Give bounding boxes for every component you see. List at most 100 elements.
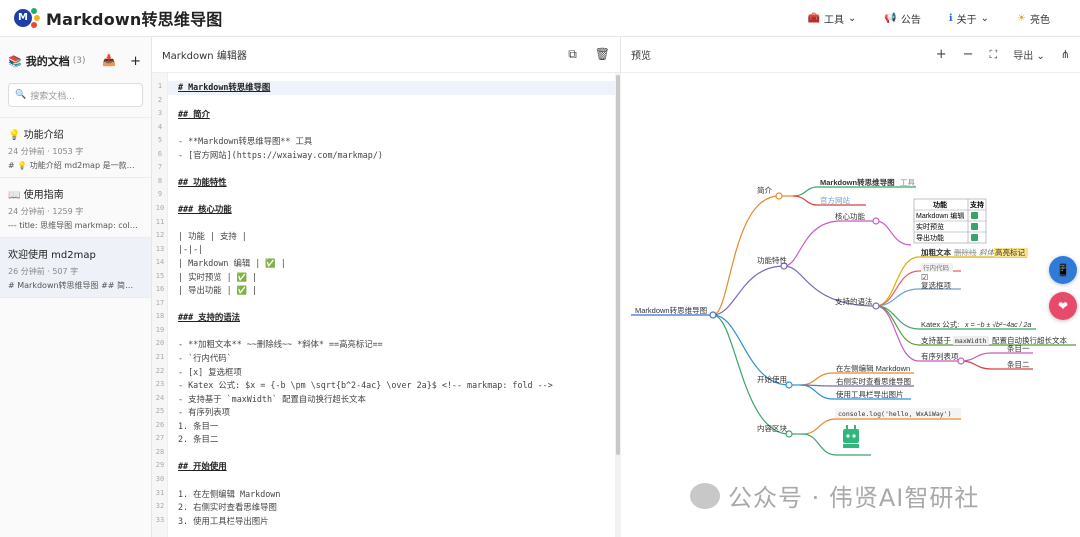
svg-text:实时预览: 实时预览 bbox=[916, 222, 944, 231]
mm-branch-start: 开始使用 bbox=[757, 374, 787, 384]
copy-icon[interactable]: ⧉ bbox=[568, 47, 577, 62]
mm-intro-title: Markdown转思维导图 bbox=[820, 177, 895, 187]
fit-screen-icon[interactable]: ⛶ bbox=[990, 48, 998, 62]
mm-item1: 条目一 bbox=[1007, 343, 1030, 353]
line-number: 6 bbox=[157, 149, 163, 158]
mm-code: 行内代码 bbox=[923, 263, 950, 272]
mm-core: 核心功能 bbox=[835, 211, 865, 221]
mm-maxwidth-a: 支持基于 bbox=[921, 335, 951, 345]
line-number: 2 bbox=[157, 95, 163, 104]
search-box[interactable]: 🔍 搜索文档... bbox=[8, 83, 143, 107]
mm-start-2: 右侧实时查看思维导图 bbox=[836, 376, 911, 386]
code-line[interactable]: - Katex 公式: $x = {-b \pm \sqrt{b^2-4ac} … bbox=[178, 379, 553, 393]
line-number: 16 bbox=[155, 285, 165, 294]
mobile-view-button[interactable]: 📱 bbox=[1049, 256, 1077, 284]
line-number: 5 bbox=[157, 136, 163, 145]
code-line[interactable]: 2. 条目二 bbox=[178, 433, 218, 447]
code-line[interactable]: ## 开始使用 bbox=[178, 460, 227, 474]
search-input[interactable]: 搜索文档... bbox=[30, 89, 75, 102]
svg-text:Markdown 编辑: Markdown 编辑 bbox=[916, 211, 964, 220]
mm-feature-table: 功能 支持 Markdown 编辑 实时预览 导出功能 bbox=[913, 198, 987, 244]
favorite-heart-button[interactable]: ❤ bbox=[1049, 292, 1077, 320]
theme-toggle-button[interactable]: ☀ 亮色 bbox=[1017, 11, 1050, 26]
line-number: 23 bbox=[155, 380, 165, 389]
code-line[interactable]: | 实时预览 | ✅ | bbox=[178, 271, 257, 285]
code-line[interactable]: 2. 右侧实时查看思维导图 bbox=[178, 501, 277, 515]
code-line[interactable]: ## 简介 bbox=[178, 108, 210, 122]
code-line[interactable]: 3. 使用工具栏导出图片 bbox=[178, 515, 269, 529]
mm-intro-link[interactable]: 官方网站 bbox=[820, 195, 850, 205]
line-number: 22 bbox=[155, 366, 165, 375]
mm-branch-intro: 简介 bbox=[757, 185, 772, 195]
mm-content-code: console.log('hello, WxAiWay') bbox=[838, 410, 952, 418]
document-item[interactable]: 📖 使用指南 24 分钟前 · 1259 字 --- title: 思维导图 m… bbox=[0, 178, 151, 238]
check-icon bbox=[971, 234, 978, 241]
mindmap-canvas[interactable]: Markdown转思维导图 简介 功能特性 开始使用 内容区块 Markdown… bbox=[621, 73, 1080, 537]
trash-icon[interactable]: 🗑 bbox=[595, 47, 610, 62]
add-document-button[interactable]: + bbox=[130, 54, 141, 69]
line-number: 12 bbox=[155, 231, 165, 240]
document-sidebar: 📚 我的文档 (3) 📥 + 🔍 搜索文档... 💡 功能介绍 24 分钟前 ·… bbox=[0, 37, 152, 537]
line-number: 14 bbox=[155, 258, 165, 267]
app-title: Markdown转思维导图 bbox=[46, 10, 223, 29]
export-menu-button[interactable]: 导出 ⌄ bbox=[1013, 47, 1045, 62]
document-item[interactable]: 💡 功能介绍 24 分钟前 · 1053 字 # 💡 功能介绍 md2map 是… bbox=[0, 117, 151, 178]
line-number: 31 bbox=[155, 488, 165, 497]
line-number: 25 bbox=[155, 407, 165, 416]
notice-button[interactable]: 📢 公告 bbox=[884, 11, 920, 26]
code-line[interactable]: ### 核心功能 bbox=[178, 203, 232, 217]
code-line[interactable]: - 支持基于 `maxWidth` 配置自动换行超长文本 bbox=[178, 393, 366, 407]
books-icon: 📚 bbox=[8, 54, 22, 68]
mm-root: Markdown转思维导图 bbox=[635, 305, 707, 315]
mm-katex-label: Katex 公式: bbox=[921, 319, 959, 329]
code-line[interactable]: 1. 在左侧编辑 Markdown bbox=[178, 488, 280, 502]
code-line[interactable]: 1. 条目一 bbox=[178, 420, 218, 434]
info-icon: ℹ bbox=[948, 12, 953, 24]
mm-bold: 加粗文本 bbox=[920, 247, 951, 257]
check-icon bbox=[971, 223, 978, 230]
mm-highlight: 高亮标记 bbox=[995, 247, 1025, 257]
sidebar-title: 我的文档 bbox=[25, 55, 70, 68]
document-item-active[interactable]: 欢迎使用 md2map 26 分钟前 · 507 字 # Markdown转思维… bbox=[0, 238, 151, 298]
line-number: 24 bbox=[155, 393, 165, 402]
line-number: 33 bbox=[155, 515, 165, 524]
app-logo-icon: M bbox=[14, 6, 40, 30]
robot-image-icon bbox=[843, 425, 859, 448]
code-line[interactable]: - 有序列表项 bbox=[178, 406, 230, 420]
wechat-icon bbox=[690, 482, 720, 509]
code-line[interactable]: | Markdown 编辑 | ✅ | bbox=[178, 257, 286, 271]
code-line[interactable]: # Markdown转思维导图 bbox=[168, 81, 615, 95]
code-line[interactable]: - `行内代码` bbox=[178, 352, 232, 366]
line-number: 7 bbox=[157, 163, 163, 172]
about-menu-button[interactable]: ℹ 关于 ⌄ bbox=[949, 11, 989, 26]
app-header: M Markdown转思维导图 🧰 工具 ⌄ 📢 公告 ℹ 关于 ⌄ ☀ 亮色 bbox=[0, 0, 1080, 37]
code-line[interactable]: | 导出功能 | ✅ | bbox=[178, 284, 257, 298]
code-line[interactable]: - **Markdown转思维导图** 工具 bbox=[178, 135, 312, 149]
code-line[interactable]: - **加粗文本** ~~删除线~~ *斜体* ==高亮标记== bbox=[178, 338, 383, 352]
code-line[interactable]: ### 支持的语法 bbox=[178, 311, 240, 325]
mm-start-3: 使用工具栏导出图片 bbox=[836, 389, 904, 399]
line-number: 4 bbox=[157, 122, 163, 131]
tools-menu-button[interactable]: 🧰 工具 ⌄ bbox=[808, 11, 857, 26]
mm-maxwidth-b: 配置自动换行超长文本 bbox=[992, 335, 1067, 345]
line-number: 15 bbox=[155, 271, 165, 280]
zoom-in-icon[interactable]: + bbox=[936, 47, 947, 62]
document-count: (3) bbox=[72, 56, 86, 66]
code-area[interactable]: 1 # Markdown转思维导图 2 3 ## 简介 4 5- **Markdown转思维… bbox=[152, 73, 621, 537]
code-line[interactable]: - [官方网站](https://wxaiway.com/markmap/) bbox=[178, 149, 383, 163]
mm-checkbox: 复选框项 bbox=[921, 280, 951, 290]
editor-title: Markdown 编辑器 bbox=[162, 51, 247, 62]
line-number: 32 bbox=[155, 502, 165, 511]
zoom-out-icon[interactable]: − bbox=[963, 47, 974, 62]
code-line[interactable]: ## 功能特性 bbox=[178, 176, 227, 190]
svg-text:支持: 支持 bbox=[969, 200, 984, 209]
code-line[interactable]: - [x] 复选框项 bbox=[178, 366, 242, 380]
search-icon: 🔍 bbox=[15, 90, 27, 100]
code-line[interactable]: |-|-| bbox=[178, 244, 203, 258]
line-number: 13 bbox=[155, 244, 165, 253]
import-icon[interactable]: 📥 bbox=[102, 54, 116, 69]
share-icon[interactable]: ⋔ bbox=[1061, 48, 1070, 61]
code-line[interactable]: | 功能 | 支持 | bbox=[178, 230, 247, 244]
mm-italic: 斜体 bbox=[979, 248, 995, 257]
mm-intro-tool: 工具 bbox=[900, 178, 915, 187]
